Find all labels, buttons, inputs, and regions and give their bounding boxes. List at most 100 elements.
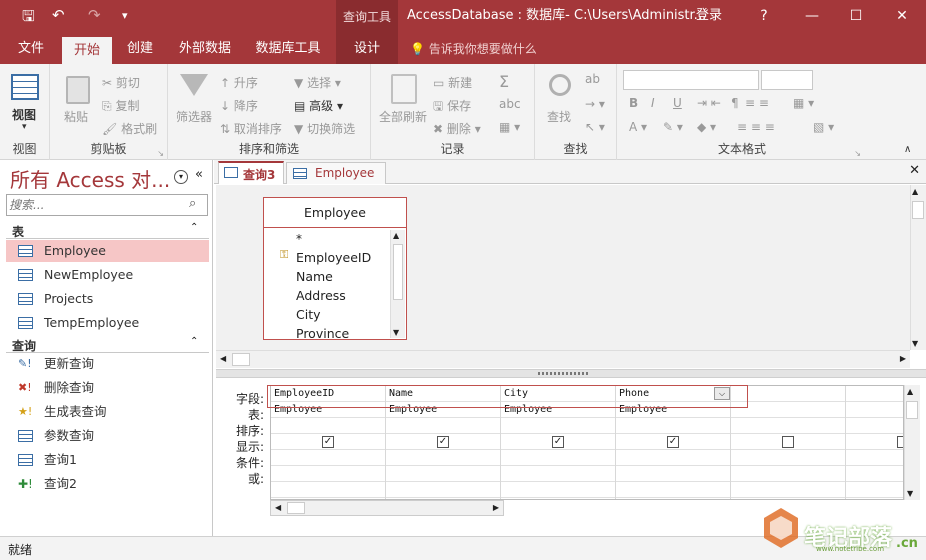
login-button[interactable]: 登录 (696, 0, 722, 32)
grid-hscrollbar[interactable]: ◀ ▶ (270, 500, 504, 516)
collapse-section-icon[interactable]: ⌃ (190, 336, 198, 347)
chevron-down-icon[interactable]: ▾ (122, 9, 128, 22)
tab-home[interactable]: 开始 (62, 37, 112, 64)
show-checkbox-checked[interactable]: ✓ (322, 436, 334, 448)
font-color-icon[interactable]: A ▾ (629, 120, 647, 134)
table-field-list[interactable]: Employee * ⚿ EmployeeID Name Address Cit… (263, 197, 407, 341)
fill-color-icon[interactable]: ◆ ▾ (697, 120, 716, 134)
font-size-select[interactable] (761, 70, 813, 90)
datasheet-view-icon[interactable] (11, 74, 39, 100)
cut-button[interactable]: ✂ 剪切 (102, 74, 140, 91)
show-checkbox-unchecked[interactable] (782, 436, 794, 448)
nav-item-table[interactable]: Employee (6, 240, 209, 262)
tab-database-tools[interactable]: 数据库工具 (248, 34, 328, 64)
tab-query3[interactable]: 查询3 (218, 161, 284, 184)
sort-descending-button[interactable]: ↓ 降序 (220, 97, 258, 114)
scroll-thumb[interactable] (906, 401, 918, 419)
nav-item-table[interactable]: NewEmployee (6, 264, 209, 286)
more-records-icon[interactable]: ▦ ▾ (499, 120, 520, 134)
tell-me-box[interactable]: 💡 告诉我你想要做什么 (410, 34, 540, 64)
upper-hscrollbar[interactable]: ◀ ▶ (216, 350, 910, 368)
field-item[interactable]: * (296, 232, 302, 246)
nav-menu-chevron-icon[interactable]: ▾ (174, 170, 188, 184)
close-button[interactable]: ✕ (880, 0, 924, 32)
scroll-left-icon[interactable]: ◀ (220, 354, 226, 363)
nav-item-query[interactable]: 查询1 (6, 449, 209, 471)
chevron-down-icon[interactable]: ▾ (22, 122, 27, 132)
maximize-button[interactable]: ☐ (834, 0, 878, 32)
refresh-all-button[interactable]: 全部刷新 (379, 108, 427, 125)
undo-icon[interactable]: ↶ (52, 6, 65, 24)
highlight-icon[interactable]: ✎ ▾ (663, 120, 683, 134)
tab-create[interactable]: 创建 (116, 34, 164, 64)
selection-button[interactable]: ▼ 选择 ▾ (294, 74, 341, 91)
underline-button[interactable]: U (673, 96, 682, 110)
pane-splitter[interactable] (216, 369, 926, 378)
scroll-up-icon[interactable]: ▲ (907, 387, 913, 396)
show-checkbox-unchecked[interactable] (897, 436, 903, 448)
redo-icon[interactable]: ↷ (88, 6, 101, 24)
scroll-left-icon[interactable]: ◀ (275, 503, 281, 512)
dialog-launcher-icon[interactable]: ↘ (157, 149, 164, 158)
nav-item-query[interactable]: ✎! 更新查询 (6, 353, 209, 375)
bullet-list-icon[interactable]: ≡ ≡ (745, 96, 769, 110)
indent-icon[interactable]: ⇥ ⇤ (697, 96, 721, 110)
nav-item-table[interactable]: TempEmployee (6, 312, 209, 334)
copy-button[interactable]: ⎘ 复制 (102, 97, 139, 114)
field-item[interactable]: Name (296, 269, 333, 284)
help-button[interactable]: ? (742, 0, 786, 32)
save-icon[interactable]: 🖫 (22, 6, 35, 31)
remove-sort-button[interactable]: ⇅ 取消排序 (220, 120, 282, 137)
paste-button[interactable]: 粘贴 (64, 108, 88, 125)
new-record-button[interactable]: ▭ 新建 (433, 74, 472, 91)
field-item[interactable]: Address (296, 288, 346, 303)
tab-file[interactable]: 文件 (8, 34, 54, 64)
paste-icon[interactable] (66, 76, 90, 104)
gridlines-icon[interactable]: ▦ ▾ (793, 96, 814, 110)
nav-search-input[interactable] (9, 197, 185, 213)
scroll-down-icon[interactable]: ▼ (907, 489, 913, 498)
delete-record-button[interactable]: ✖ 删除 ▾ (433, 120, 481, 137)
sort-ascending-button[interactable]: ↑ 升序 (220, 74, 258, 91)
scroll-up-icon[interactable]: ▲ (393, 231, 399, 240)
replace-icon[interactable]: ab (585, 72, 600, 86)
italic-button[interactable]: I (651, 96, 655, 110)
collapse-section-icon[interactable]: ⌃ (190, 222, 198, 233)
tab-external-data[interactable]: 外部数据 (170, 34, 240, 64)
field-item[interactable]: City (296, 307, 321, 322)
field-item[interactable]: Province (296, 326, 349, 341)
nav-item-query[interactable]: ✖! 删除查询 (6, 377, 209, 399)
funnel-icon[interactable] (180, 74, 208, 96)
minimize-button[interactable]: — (790, 0, 834, 32)
tab-employee[interactable]: Employee (286, 162, 386, 184)
scroll-right-icon[interactable]: ▶ (900, 354, 906, 363)
advanced-button[interactable]: ▤ 高级 ▾ (294, 97, 343, 114)
show-checkbox-checked[interactable]: ✓ (552, 436, 564, 448)
nav-item-table[interactable]: Projects (6, 288, 209, 310)
field-item[interactable]: EmployeeID (296, 250, 371, 265)
field-list-title[interactable]: Employee (264, 198, 406, 228)
collapse-ribbon-icon[interactable]: ∧ (904, 144, 911, 155)
nav-item-query[interactable]: ✚! 查询2 (6, 473, 209, 495)
scroll-down-icon[interactable]: ▼ (912, 339, 918, 348)
field-list-scrollbar[interactable]: ▲ ▼ (390, 230, 405, 338)
dialog-launcher-icon[interactable]: ↘ (854, 149, 861, 158)
show-checkbox-checked[interactable]: ✓ (667, 436, 679, 448)
totals-sigma-icon[interactable]: Σ (499, 72, 509, 91)
nav-pane-title[interactable]: 所有 Access 对... (10, 164, 170, 193)
align-icons[interactable]: ≡ ≡ ≡ (737, 120, 775, 134)
scroll-thumb[interactable] (287, 502, 305, 514)
scroll-down-icon[interactable]: ▼ (393, 328, 399, 337)
spelling-icon[interactable]: abc (499, 97, 521, 111)
nav-item-query[interactable]: ★! 生成表查询 (6, 401, 209, 423)
find-button[interactable]: 查找 (547, 108, 571, 125)
close-doc-icon[interactable]: ✕ (909, 163, 920, 178)
bold-button[interactable]: B (629, 96, 638, 110)
refresh-icon[interactable] (391, 74, 417, 104)
scroll-thumb[interactable] (393, 244, 403, 300)
font-name-select[interactable] (623, 70, 759, 90)
format-painter-button[interactable]: 🖌 格式刷 (102, 120, 157, 137)
magnifier-icon[interactable] (549, 74, 571, 96)
paragraph-icon[interactable]: ¶ (731, 96, 739, 110)
upper-vscrollbar[interactable]: ▲ ▼ (910, 185, 926, 350)
